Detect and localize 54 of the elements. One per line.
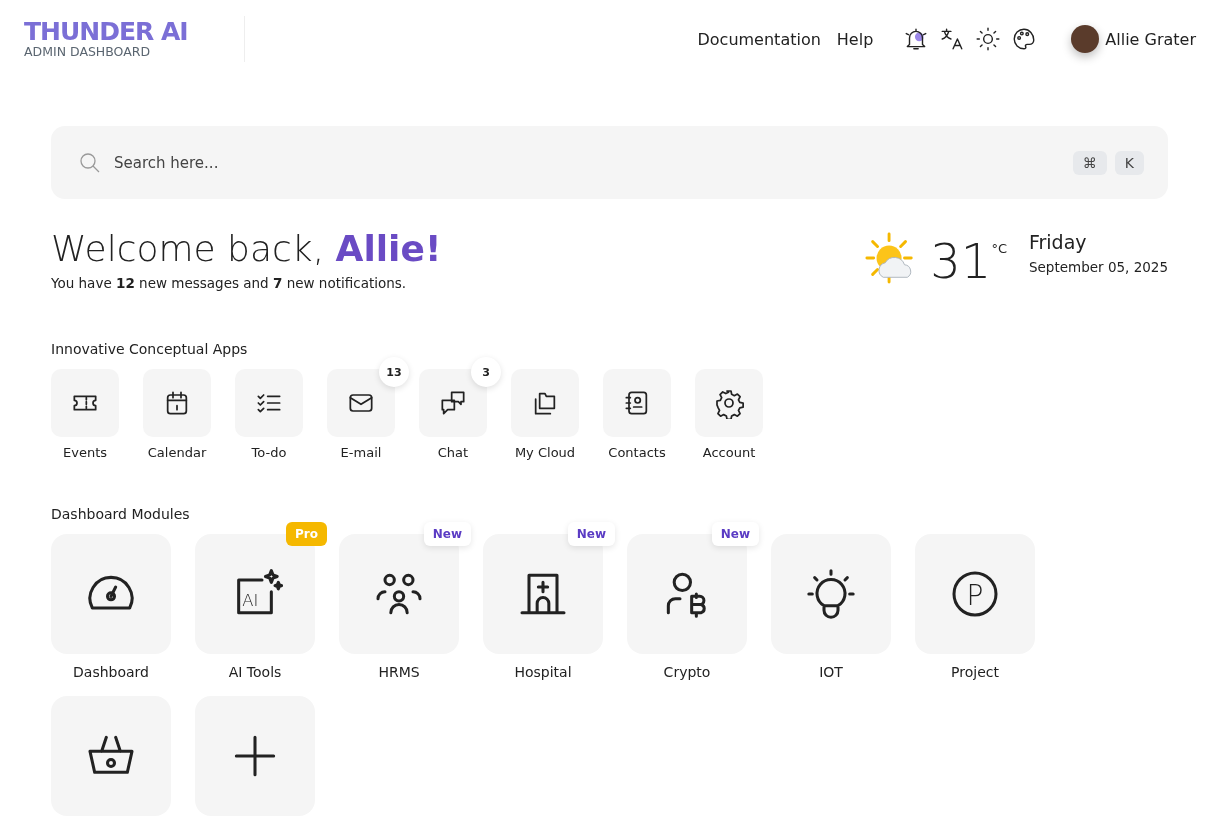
app-tile[interactable]	[51, 369, 119, 437]
section-title: Innovative Conceptual Apps	[51, 341, 249, 357]
app-tile[interactable]	[511, 369, 579, 437]
nav-link[interactable]: Help	[836, 29, 874, 49]
count-badge: 3	[471, 357, 501, 387]
app-label[interactable]: Events	[63, 445, 107, 460]
app-tile[interactable]	[235, 369, 303, 437]
app-label[interactable]: To-do	[251, 445, 287, 460]
app-label[interactable]: Contacts	[608, 445, 666, 460]
pro-badge: Pro	[286, 522, 327, 546]
count-badge: 13	[379, 357, 409, 387]
module-label[interactable]: HRMS	[378, 664, 420, 680]
module-label[interactable]: Dashboard	[73, 664, 149, 680]
gear-icon	[713, 387, 745, 419]
module-label[interactable]: AI Tools	[228, 664, 282, 680]
app-label[interactable]: Account	[702, 445, 756, 460]
module-tile[interactable]	[51, 696, 171, 816]
app-tile[interactable]	[143, 369, 211, 437]
welcome-message: You have 12 new messages and 7 new notifications.	[51, 275, 408, 291]
search-icon	[78, 150, 102, 175]
welcome-heading: Welcome back,	[51, 228, 325, 269]
keyboard-key: K	[1114, 150, 1144, 175]
module-tile[interactable]	[195, 696, 315, 816]
app-label[interactable]: Calendar	[147, 445, 207, 460]
app-tile[interactable]	[695, 369, 763, 437]
user-first-name: Allie!	[335, 228, 442, 269]
user-name[interactable]: Allie Grater	[1105, 29, 1196, 49]
new-badge: New	[423, 522, 471, 546]
app-label[interactable]: My Cloud	[514, 445, 576, 460]
temperature: 31	[930, 233, 992, 289]
module-label[interactable]: Project	[951, 664, 999, 680]
section-title: Dashboard Modules	[51, 506, 191, 522]
new-badge: New	[567, 522, 615, 546]
search-field[interactable]: Search here...	[112, 152, 1063, 173]
module-label[interactable]: Hospital	[514, 664, 572, 680]
avatar[interactable]	[1071, 25, 1100, 53]
temperature-unit: °C	[991, 241, 1007, 256]
module-tile[interactable]	[51, 534, 171, 654]
app-tile[interactable]	[419, 369, 487, 437]
logo-subtitle: ADMIN DASHBOARD	[24, 45, 152, 59]
weekday: Friday	[1028, 231, 1088, 253]
logo: THUNDER AI	[24, 19, 189, 45]
module-tile[interactable]	[771, 534, 891, 654]
date: September 05, 2025	[1028, 259, 1168, 275]
keyboard-key: ⌘	[1072, 150, 1107, 175]
app-label[interactable]: E-mail	[340, 445, 382, 460]
new-badge: New	[711, 522, 759, 546]
sun-icon[interactable]	[975, 26, 1002, 52]
module-tile[interactable]: P	[915, 534, 1035, 654]
app-tile[interactable]	[603, 369, 671, 437]
module-label[interactable]: Crypto	[663, 664, 711, 680]
module-label[interactable]: IOT	[819, 664, 843, 680]
app-label[interactable]: Chat	[437, 445, 469, 460]
nav-link[interactable]: Documentation	[697, 29, 821, 49]
